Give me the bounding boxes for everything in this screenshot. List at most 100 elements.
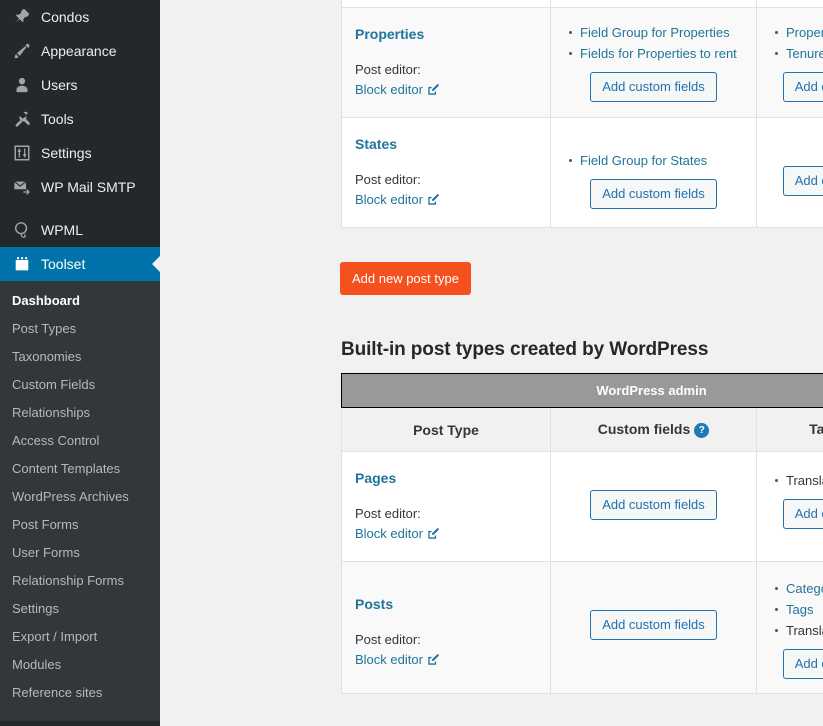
sidebar-item-label: Tools: [41, 111, 74, 127]
post-type-cell: Pages Post editor: Block editor: [341, 451, 551, 562]
post-type-title: Posts: [355, 596, 394, 612]
add-custom-taxonomy-button[interactable]: Add custom taxonomy: [782, 166, 823, 196]
block-editor-label: Block editor: [355, 192, 423, 207]
sidebar-item-label: Appearance: [41, 43, 117, 59]
list-item[interactable]: Property types: [775, 22, 823, 43]
sidebar-item-wordpress-archives[interactable]: WordPress Archives: [0, 483, 160, 511]
sidebar-item-post-forms[interactable]: Post Forms: [0, 511, 160, 539]
list-item[interactable]: Field Group for Properties: [569, 22, 744, 43]
add-custom-taxonomy-button[interactable]: Add custom taxonomy: [782, 499, 823, 529]
post-type-cell: States Post editor: Block editor: [341, 117, 551, 228]
builtin-section-title: Built-in post types created by WordPress: [341, 339, 709, 360]
block-editor-label: Block editor: [355, 82, 423, 97]
clipped-cell: [756, 0, 823, 8]
custom-fields-button-wrap: Add custom fields: [563, 179, 744, 209]
sidebar-submenu: Dashboard Post Types Taxonomies Custom F…: [0, 281, 160, 721]
custom-post-types-table: Properties Post editor: Block editor Fie…: [341, 0, 823, 228]
custom-fields-list: Field Group for States: [563, 150, 744, 171]
table-column-header-row: Post Type Custom fields? Taxonomies?: [341, 407, 823, 452]
main-content: Properties Post editor: Block editor Fie…: [160, 0, 823, 726]
taxonomies-cell: Property types Tenure Add custom taxonom…: [756, 7, 823, 118]
block-editor-link[interactable]: Block editor: [355, 526, 440, 541]
taxonomies-cell: Translation Priorities Add custom taxono…: [755, 451, 823, 562]
block-editor-link[interactable]: Block editor: [355, 82, 440, 97]
taxonomy-button-wrap: Add custom taxonomy: [769, 499, 823, 529]
sidebar-item-dashboard[interactable]: Dashboard: [0, 287, 160, 315]
sidebar-item-condos[interactable]: Condos: [0, 0, 160, 34]
add-post-type-wrap: Add new post type: [340, 262, 471, 295]
pin-icon: [12, 7, 32, 27]
sidebar-item-reference-sites[interactable]: Reference sites: [0, 679, 160, 707]
list-item[interactable]: Tenure: [775, 43, 823, 64]
post-type-cell: Properties Post editor: Block editor: [341, 7, 551, 118]
sidebar-item-post-types[interactable]: Post Types: [0, 315, 160, 343]
sidebar-item-label: WPML: [41, 222, 83, 238]
paintbrush-icon: [12, 41, 32, 61]
help-icon[interactable]: ?: [694, 423, 710, 438]
block-editor-label: Block editor: [355, 652, 423, 667]
add-new-post-type-button[interactable]: Add new post type: [340, 262, 471, 295]
taxonomy-button-wrap: Add custom taxonomy: [769, 649, 823, 679]
custom-fields-cell: Add custom fields: [550, 451, 757, 562]
admin-sidebar: Condos Appearance Users Tools Settings W…: [0, 0, 160, 726]
list-item[interactable]: Field Group for States: [569, 150, 744, 171]
taxonomies-cell: Categories Tags Translation Priorities A…: [755, 561, 823, 694]
table-group-header-row: WordPress admin: [340, 373, 823, 408]
list-item[interactable]: Categories: [774, 578, 823, 599]
sidebar-item-toolset[interactable]: Toolset: [0, 247, 160, 281]
sidebar-separator: [0, 204, 160, 213]
column-header-label: Taxonomies: [809, 421, 823, 437]
taxonomies-list: Property types Tenure: [769, 22, 823, 64]
sidebar-item-settings[interactable]: Settings: [0, 136, 160, 170]
sidebar-item-users[interactable]: Users: [0, 68, 160, 102]
sidebar-item-export-import[interactable]: Export / Import: [0, 623, 160, 651]
group-header-wordpress-admin: WordPress admin: [340, 373, 823, 408]
sidebar-item-wp-mail-smtp[interactable]: WP Mail SMTP: [0, 170, 160, 204]
sidebar-item-settings[interactable]: Settings: [0, 595, 160, 623]
sidebar-item-custom-fields[interactable]: Custom Fields: [0, 371, 160, 399]
sidebar-item-access-control[interactable]: Access Control: [0, 427, 160, 455]
block-editor-label: Block editor: [355, 526, 423, 541]
add-custom-fields-button[interactable]: Add custom fields: [590, 72, 717, 102]
list-item[interactable]: Fields for Properties to rent: [569, 43, 744, 64]
post-type-cell: Posts Post editor: Block editor: [341, 561, 551, 694]
taxonomy-button-wrap: Add custom taxonomy: [769, 72, 823, 102]
custom-fields-cell: Field Group for Properties Fields for Pr…: [550, 7, 757, 118]
sidebar-item-user-forms[interactable]: User Forms: [0, 539, 160, 567]
envelope-arrow-icon: [12, 177, 32, 197]
post-type-title: Pages: [355, 470, 397, 486]
sidebar-item-modules[interactable]: Modules: [0, 651, 160, 679]
add-custom-fields-button[interactable]: Add custom fields: [590, 490, 717, 520]
sidebar-item-content-templates[interactable]: Content Templates: [0, 455, 160, 483]
block-editor-link[interactable]: Block editor: [355, 192, 440, 207]
add-custom-taxonomy-button[interactable]: Add custom taxonomy: [782, 72, 823, 102]
sidebar-item-taxonomies[interactable]: Taxonomies: [0, 343, 160, 371]
table-row: Posts Post editor: Block editor Add cust…: [341, 561, 823, 694]
list-item[interactable]: Tags: [774, 599, 823, 620]
custom-fields-list: Field Group for Properties Fields for Pr…: [563, 22, 744, 64]
add-custom-fields-button[interactable]: Add custom fields: [590, 179, 717, 209]
edit-pencil-icon: [428, 84, 439, 95]
column-header-taxonomies: Taxonomies?: [755, 407, 823, 452]
sidebar-item-label: WP Mail SMTP: [41, 179, 136, 195]
add-custom-fields-button[interactable]: Add custom fields: [590, 610, 717, 640]
sidebar-item-relationships[interactable]: Relationships: [0, 399, 160, 427]
current-menu-arrow: [152, 256, 160, 272]
globe-icon: [12, 220, 32, 240]
block-editor-link[interactable]: Block editor: [355, 652, 440, 667]
post-type-title[interactable]: States: [355, 136, 538, 152]
sidebar-item-appearance[interactable]: Appearance: [0, 34, 160, 68]
sidebar-item-tools[interactable]: Tools: [0, 102, 160, 136]
sidebar-item-wpml[interactable]: WPML: [0, 213, 160, 247]
post-editor-label: Post editor:: [355, 62, 421, 77]
post-type-title[interactable]: Properties: [355, 26, 538, 42]
post-editor-label: Post editor:: [355, 632, 421, 647]
sidebar-item-label: Settings: [41, 145, 92, 161]
admin-screen: Condos Appearance Users Tools Settings W…: [0, 0, 823, 726]
table-row: States Post editor: Block editor Field G…: [341, 117, 823, 228]
add-custom-taxonomy-button[interactable]: Add custom taxonomy: [782, 649, 823, 679]
list-item: Translation Priorities: [774, 470, 823, 491]
clipped-cell: [550, 0, 757, 8]
sidebar-item-relationship-forms[interactable]: Relationship Forms: [0, 567, 160, 595]
list-item: Translation Priorities: [774, 620, 823, 641]
